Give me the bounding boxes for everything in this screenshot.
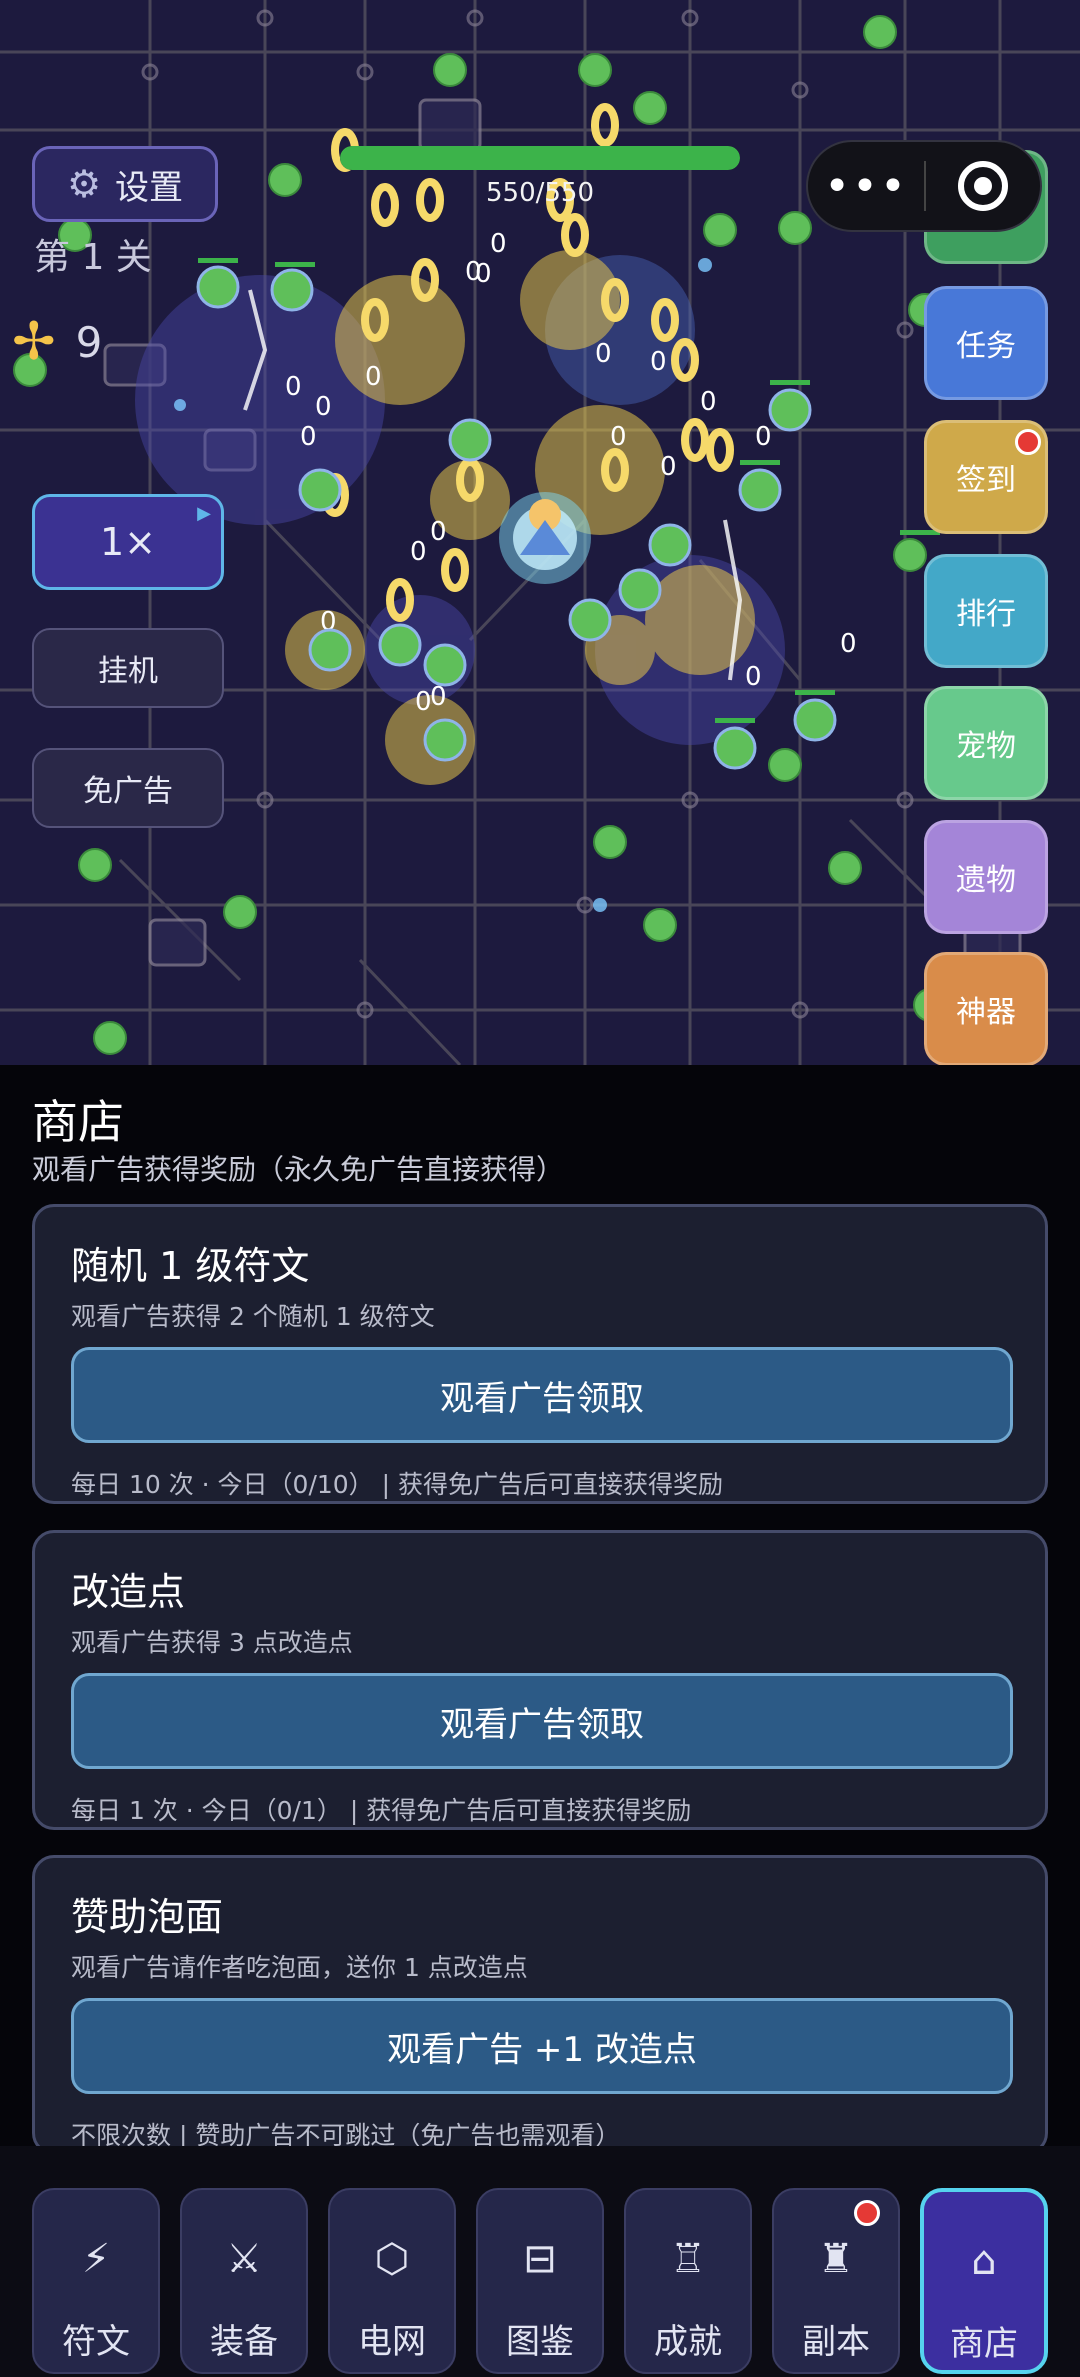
- tab-achievements[interactable]: ♖ 成就: [624, 2188, 752, 2374]
- settings-label: 设置: [115, 167, 184, 208]
- shuriken-icon: ✢: [12, 312, 56, 372]
- lightning-icon: ⚡: [81, 2236, 111, 2282]
- svg-text:0: 0: [700, 387, 717, 417]
- close-target-icon[interactable]: [926, 161, 1040, 211]
- tab-label: 副本: [802, 2322, 870, 2362]
- idle-button[interactable]: 挂机: [32, 628, 224, 708]
- mini-program-capsule: •••: [806, 140, 1042, 232]
- shop-card-rune: 随机 1 级符文 观看广告获得 2 个随机 1 级符文 观看广告领取 每日 10…: [32, 1204, 1048, 1504]
- svg-text:0: 0: [475, 259, 492, 289]
- side-item-pets[interactable]: 宠物: [924, 686, 1048, 800]
- shop-card-sponsor: 赞助泡面 观看广告请作者吃泡面，送你 1 点改造点 观看广告 +1 改造点 不限…: [32, 1855, 1048, 2155]
- side-item-label: 宠物: [956, 729, 1016, 764]
- tab-label: 装备: [210, 2322, 278, 2362]
- tab-label: 图鉴: [506, 2322, 574, 2362]
- watch-ad-button[interactable]: 观看广告领取: [71, 1347, 1013, 1443]
- svg-text:0: 0: [745, 662, 762, 692]
- settings-button[interactable]: ⚙ 设置: [32, 146, 218, 222]
- hexagon-icon: ⬡: [374, 2236, 410, 2282]
- speed-button[interactable]: 1× ▶: [32, 494, 224, 590]
- book-icon: ⊟: [523, 2236, 557, 2282]
- castle-icon: ♜: [818, 2236, 854, 2282]
- watch-ad-sponsor-button[interactable]: 观看广告 +1 改造点: [71, 1998, 1013, 2094]
- shop-icon: ⌂: [971, 2238, 997, 2284]
- svg-text:0: 0: [365, 362, 382, 392]
- idle-label: 挂机: [98, 654, 158, 689]
- card-note: 每日 10 次 · 今日（0/10） | 获得免广告后可直接获得奖励: [71, 1470, 724, 1499]
- side-item-tasks[interactable]: 任务: [924, 286, 1048, 400]
- svg-text:0: 0: [490, 229, 507, 259]
- svg-text:0: 0: [660, 452, 677, 482]
- notification-badge: [1015, 429, 1041, 455]
- svg-text:0: 0: [430, 517, 447, 547]
- side-item-relics[interactable]: 遗物: [924, 820, 1048, 934]
- kill-counter: ✢ 9: [12, 312, 102, 372]
- tab-equipment[interactable]: ⚔ 装备: [180, 2188, 308, 2374]
- no-ad-button[interactable]: 免广告: [32, 748, 224, 828]
- hp-bar: [340, 146, 740, 170]
- card-note: 每日 1 次 · 今日（0/1） | 获得免广告后可直接获得奖励: [71, 1796, 692, 1825]
- gear-icon: ⚙: [66, 162, 102, 206]
- svg-text:0: 0: [840, 629, 857, 659]
- game-canvas[interactable]: 000 000 000 000 000 000 000: [0, 0, 1080, 1065]
- card-desc: 观看广告获得 3 点改造点: [71, 1628, 353, 1657]
- svg-text:0: 0: [755, 422, 772, 452]
- side-item-label: 排行: [956, 597, 1016, 632]
- side-item-label: 神器: [956, 995, 1016, 1030]
- svg-text:0: 0: [315, 392, 332, 422]
- card-desc: 观看广告获得 2 个随机 1 级符文: [71, 1302, 435, 1331]
- svg-text:0: 0: [410, 537, 427, 567]
- triangle-icon: ▶: [197, 503, 211, 524]
- speed-label: 1×: [99, 520, 157, 564]
- card-title: 随机 1 级符文: [71, 1244, 310, 1288]
- watch-ad-button[interactable]: 观看广告领取: [71, 1673, 1013, 1769]
- side-item-artifacts[interactable]: 神器: [924, 952, 1048, 1065]
- tab-shop[interactable]: ⌂ 商店: [920, 2188, 1048, 2374]
- tab-grid[interactable]: ⬡ 电网: [328, 2188, 456, 2374]
- notification-badge: [854, 2200, 880, 2226]
- svg-text:0: 0: [430, 682, 447, 712]
- side-item-ranking[interactable]: 排行: [924, 554, 1048, 668]
- shop-card-mod-points: 改造点 观看广告获得 3 点改造点 观看广告领取 每日 1 次 · 今日（0/1…: [32, 1530, 1048, 1830]
- sword-icon: ⚔: [226, 2236, 262, 2282]
- tab-label: 成就: [654, 2322, 722, 2362]
- side-item-label: 遗物: [956, 863, 1016, 898]
- tab-codex[interactable]: ⊟ 图鉴: [476, 2188, 604, 2374]
- svg-text:0: 0: [300, 422, 317, 452]
- tab-label: 电网: [358, 2322, 426, 2362]
- svg-text:0: 0: [650, 347, 667, 377]
- card-title: 赞助泡面: [71, 1895, 224, 1939]
- more-icon[interactable]: •••: [808, 161, 924, 212]
- tab-runes[interactable]: ⚡ 符文: [32, 2188, 160, 2374]
- side-item-label: 签到: [956, 463, 1016, 498]
- side-item-label: 任务: [956, 329, 1016, 364]
- svg-text:0: 0: [285, 372, 302, 402]
- card-desc: 观看广告请作者吃泡面，送你 1 点改造点: [71, 1953, 528, 1982]
- tab-label: 符文: [62, 2322, 130, 2362]
- hp-bar-fill: [340, 146, 740, 170]
- no-ad-label: 免广告: [83, 774, 173, 809]
- svg-text:0: 0: [595, 339, 612, 369]
- tab-dungeon[interactable]: ♜ 副本: [772, 2188, 900, 2374]
- level-label: 第 1 关: [34, 237, 152, 278]
- side-item-checkin[interactable]: 签到: [924, 420, 1048, 534]
- shop-title: 商店: [32, 1095, 124, 1149]
- hp-text: 550/550: [485, 178, 594, 208]
- kill-count-value: 9: [75, 317, 103, 367]
- bottom-nav: ⚡ 符文 ⚔ 装备 ⬡ 电网 ⊟ 图鉴 ♖ 成就 ♜ 副本 ⌂ 商店: [0, 2146, 1080, 2377]
- card-title: 改造点: [71, 1570, 186, 1614]
- shop-subtitle: 观看广告获得奖励（永久免广告直接获得）: [32, 1153, 565, 1186]
- tab-label: 商店: [950, 2324, 1018, 2364]
- trophy-icon: ♖: [670, 2236, 706, 2282]
- svg-text:0: 0: [610, 422, 627, 452]
